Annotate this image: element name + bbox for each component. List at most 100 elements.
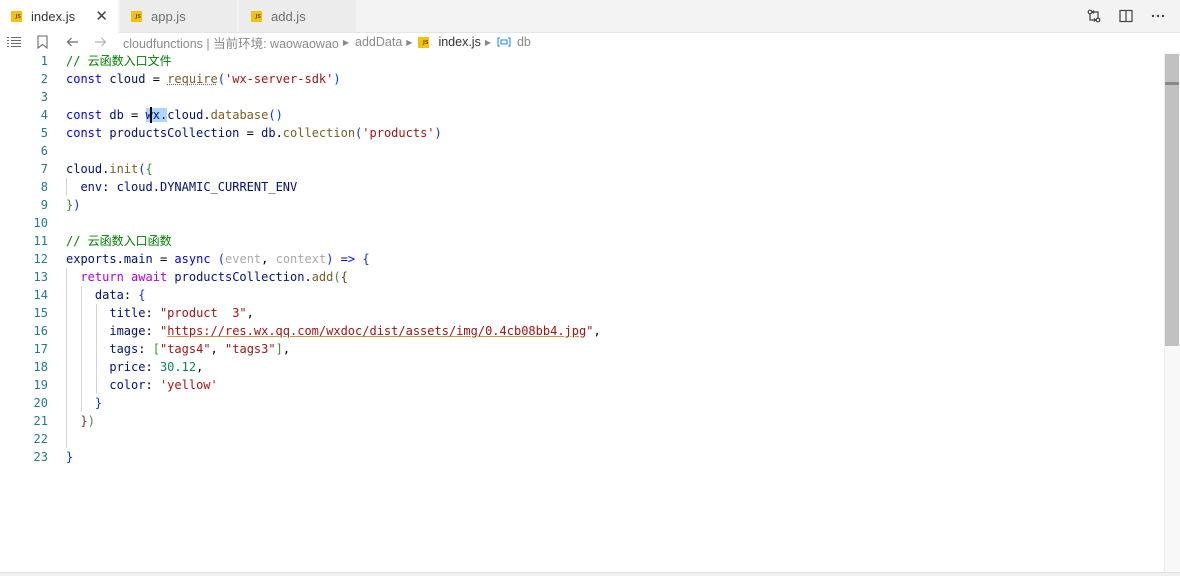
bookmark-icon[interactable] [37,35,48,49]
js-file-icon: JS [418,37,429,48]
code-line: exports.main = async (event, context) =>… [66,250,601,268]
operator: . [203,108,210,122]
operator: : [145,324,152,338]
code-line: tags: ["tags4", "tags3"], [66,340,601,358]
scrollbar-thumb[interactable] [1165,54,1179,346]
string: 'yellow' [160,378,218,392]
bracket: [ [153,342,160,356]
keyword: await [131,270,167,284]
forward-arrow-icon[interactable] [94,37,107,47]
function-name: collection [283,126,355,140]
line-number: 18 [0,358,48,376]
breadcrumb-folder[interactable]: addData [355,35,402,49]
line-number: 6 [0,142,48,160]
identifier: productsCollection [174,270,304,284]
tab-index-js[interactable]: JS index.js ✕ [0,0,119,33]
string: 'products' [362,126,434,140]
bracket: ( [333,270,340,284]
parameter: event [225,252,261,266]
code-content[interactable]: // 云函数入口文件 const cloud = require('wx-ser… [66,52,601,466]
keyword: async [174,252,210,266]
compare-changes-icon[interactable] [1086,8,1102,24]
comment: // 云函数入口函数 [66,234,172,248]
bracket: ) [333,72,340,86]
keyword: const [66,108,102,122]
chevron-right-icon: ▶ [343,38,349,47]
identifier: db [109,108,123,122]
tab-app-js[interactable]: JS app.js [120,0,238,32]
code-line [66,430,601,448]
operator: , [593,324,600,338]
line-number: 12 [0,250,48,268]
indent-guide [66,376,67,394]
text-cursor [150,107,152,123]
operator: = [247,126,254,140]
indent-guide [66,412,67,430]
property-key: title [109,306,145,320]
code-line: data: { [66,286,601,304]
code-line: env: cloud.DYNAMIC_CURRENT_ENV [66,178,601,196]
operator: : [145,360,152,374]
indent-guide [96,322,97,340]
bracket: ) [435,126,442,140]
code-line: price: 30.12, [66,358,601,376]
back-arrow-icon[interactable] [66,37,79,47]
bracket: } [66,450,73,464]
code-editor[interactable]: 1 2 3 4 5 6 7 8 9 10 11 12 13 14 15 16 1… [0,52,1164,575]
parameter: context [276,252,327,266]
line-number: 22 [0,430,48,448]
operator: = [131,108,138,122]
close-icon[interactable]: ✕ [95,7,108,25]
indent-guide [81,340,82,358]
outline-list-icon[interactable] [7,36,21,48]
bracket: ) [326,252,333,266]
code-line [66,214,601,232]
line-number: 11 [0,232,48,250]
operator: = [153,72,160,86]
bracket: { [341,270,348,284]
bracket: ( [218,72,225,86]
string: "product 3" [160,306,247,320]
operator: : [102,180,109,194]
string: 'wx-server-sdk' [225,72,333,86]
breadcrumb-symbol[interactable]: db [517,35,531,49]
chevron-right-icon: ▶ [485,38,491,47]
function-name: init [109,162,138,176]
breadcrumb-path[interactable]: cloudfunctions | 当前环境: waowaowao [123,33,339,52]
property-key: image [109,324,145,338]
breadcrumb-file[interactable]: index.js [438,35,480,49]
url-link[interactable]: https://res.wx.qq.com/wxdoc/dist/assets/… [167,324,586,338]
indent-guide [96,376,97,394]
indent-guide [66,304,67,322]
property: DYNAMIC_CURRENT_ENV [160,180,297,194]
indent-guide [66,268,67,286]
line-number: 1 [0,52,48,70]
line-number: 9 [0,196,48,214]
property-key: tags [109,342,138,356]
code-line [66,142,601,160]
operator: : [145,378,152,392]
identifier: cloud [109,72,145,86]
tab-label: add.js [271,9,306,24]
indent-guide [81,394,82,412]
indent-guide [66,358,67,376]
js-file-icon: JS [131,11,142,22]
identifier: exports [66,252,117,266]
line-number: 8 [0,178,48,196]
tab-add-js[interactable]: JS add.js [239,0,357,32]
line-number: 17 [0,340,48,358]
bracket: ( [138,162,145,176]
more-actions-icon[interactable] [1150,8,1166,24]
function-name: require [167,72,218,86]
operator: . [153,180,160,194]
editor-tab-bar: JS index.js ✕ JS app.js JS add.js [0,0,1180,33]
code-line: // 云函数入口文件 [66,52,601,70]
bracket: } [80,414,87,428]
code-line: cloud.init({ [66,160,601,178]
code-line: title: "product 3", [66,304,601,322]
operator: . [276,126,283,140]
property-key: color [109,378,145,392]
indent-guide [96,340,97,358]
indent-guide [66,340,67,358]
split-editor-icon[interactable] [1118,8,1134,24]
